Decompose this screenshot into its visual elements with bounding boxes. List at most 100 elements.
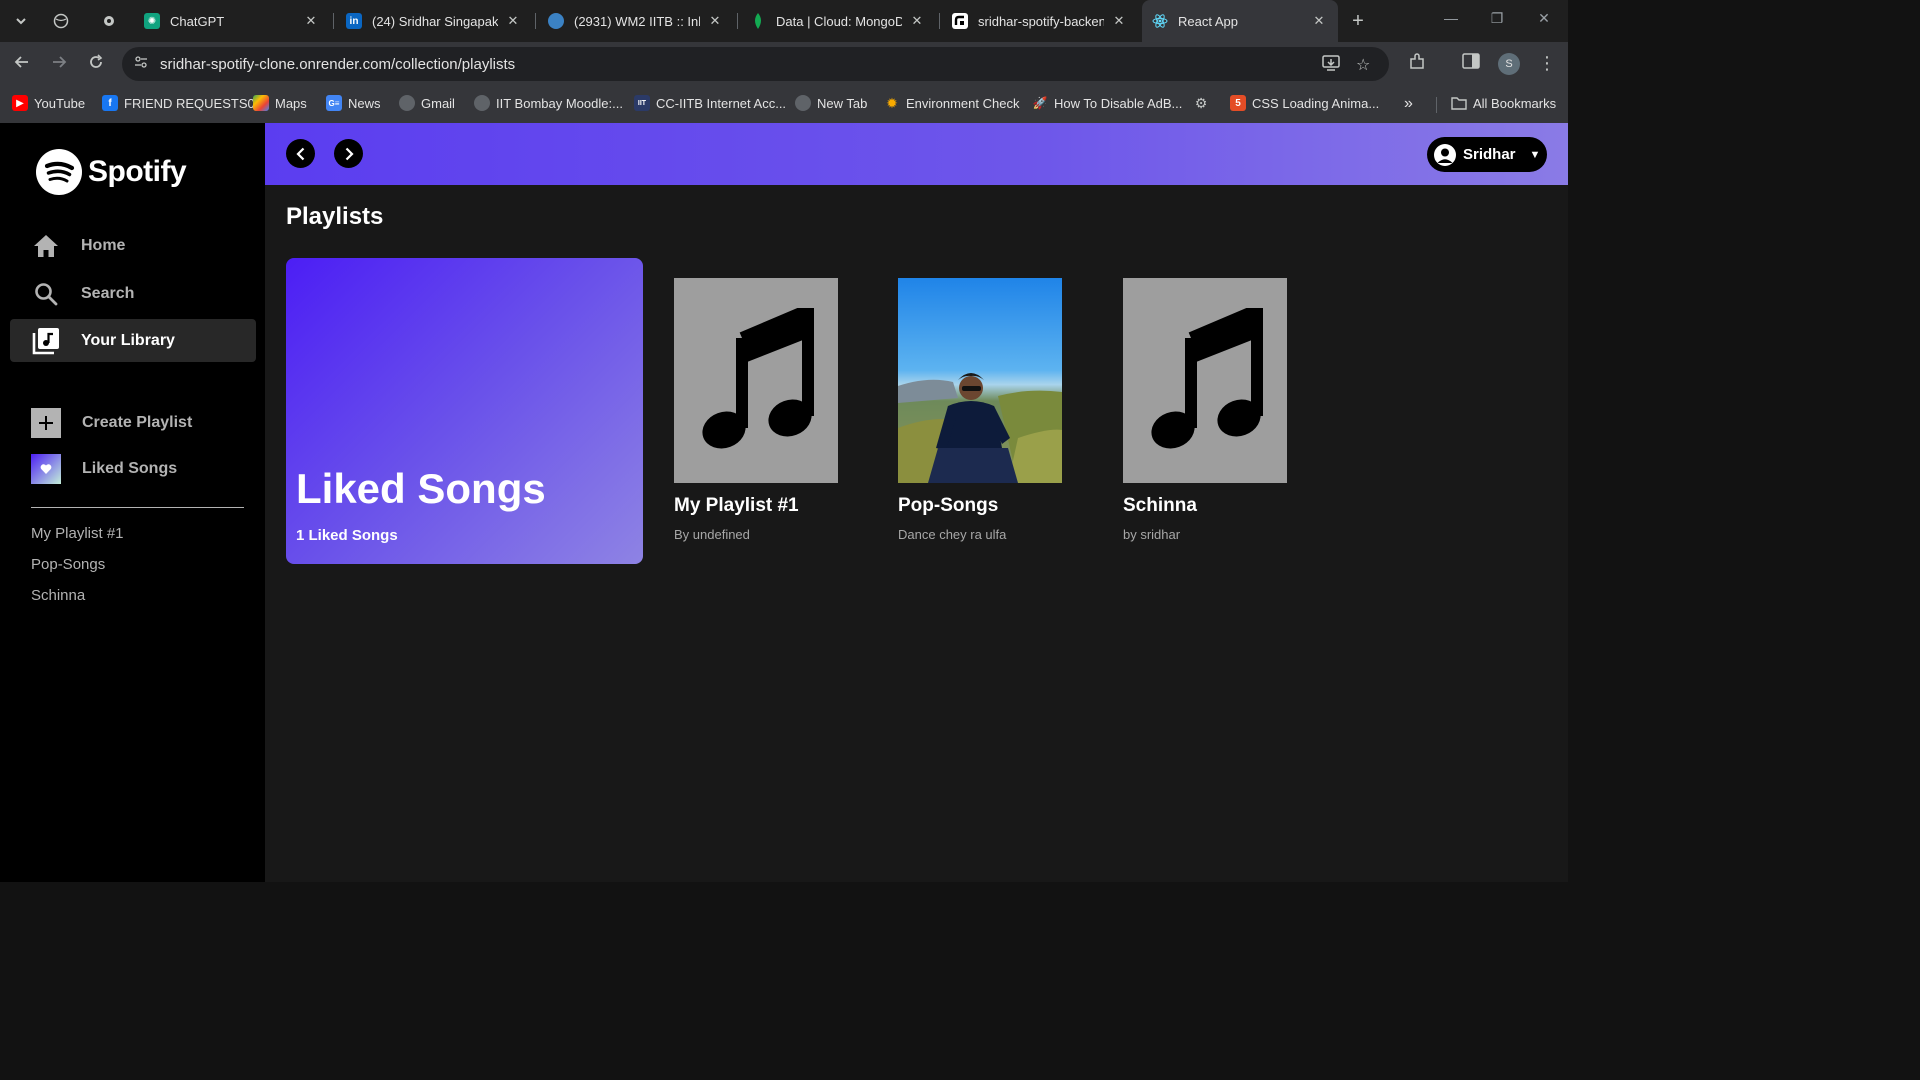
- maps-icon: [253, 95, 269, 111]
- music-note-icon: [702, 308, 814, 449]
- pinned-tab-settings[interactable]: [95, 7, 123, 35]
- bookmark-label: YouTube: [34, 95, 86, 111]
- sidebar-item-label: Your Library: [81, 331, 175, 349]
- sidebar-playlist-link[interactable]: Pop-Songs: [31, 556, 105, 573]
- restore-button[interactable]: ❐: [1487, 10, 1507, 27]
- close-icon[interactable]: ✕: [706, 13, 724, 29]
- rocket-icon: 🚀: [1032, 96, 1048, 110]
- bookmark-news[interactable]: G≡ News: [326, 95, 381, 111]
- minimize-button[interactable]: —: [1441, 10, 1461, 26]
- bookmark-label: News: [348, 95, 381, 111]
- tab-title: Data | Cloud: MongoDB: [776, 13, 902, 29]
- bookmark-label: CC-IITB Internet Acc...: [656, 95, 787, 111]
- playlist-card[interactable]: Pop-Songs Dance chey ra ulfa: [898, 278, 1062, 542]
- close-icon[interactable]: ✕: [504, 13, 522, 29]
- bookmark-label: IIT Bombay Moodle:...: [496, 95, 623, 111]
- user-menu-button[interactable]: Sridhar ▼: [1427, 137, 1547, 172]
- close-icon[interactable]: ✕: [302, 13, 320, 29]
- close-icon[interactable]: ✕: [908, 13, 926, 29]
- sidebar-playlist-link[interactable]: Schinna: [31, 587, 85, 604]
- close-icon[interactable]: ✕: [1310, 13, 1328, 29]
- globe-icon: [53, 13, 69, 29]
- new-tab-button[interactable]: +: [1344, 7, 1372, 35]
- bookmark-friend-requests[interactable]: f FRIEND REQUESTS0: [102, 95, 255, 111]
- bookmark-label: All Bookmarks: [1473, 95, 1557, 111]
- bookmarks-overflow-button[interactable]: »: [1404, 95, 1413, 113]
- gear-icon: [104, 16, 114, 26]
- search-icon: [32, 280, 60, 308]
- tab-title: React App: [1178, 13, 1238, 29]
- install-app-icon[interactable]: [1322, 55, 1340, 76]
- iitb-icon: IIT: [634, 95, 650, 111]
- all-bookmarks-button[interactable]: All Bookmarks: [1451, 95, 1556, 111]
- folder-icon: [1451, 95, 1467, 111]
- spotify-logo[interactable]: Spotify: [36, 149, 187, 195]
- liked-songs-card[interactable]: Liked Songs 1 Liked Songs: [286, 258, 643, 564]
- back-button[interactable]: [10, 52, 34, 76]
- history-back-button[interactable]: [286, 139, 315, 168]
- reload-icon: [90, 54, 103, 68]
- username: Sridhar: [1463, 146, 1516, 163]
- plus-icon: +: [1352, 9, 1364, 32]
- bookmark-maps[interactable]: Maps: [253, 95, 307, 111]
- sidebar-item-label: Home: [81, 236, 126, 254]
- plus-icon: [31, 408, 61, 438]
- create-playlist-button[interactable]: Create Playlist: [31, 408, 192, 438]
- pinned-tab-globe[interactable]: [47, 7, 75, 35]
- playlist-description: Dance chey ra ulfa: [898, 527, 1007, 542]
- bookmark-disable-adblock[interactable]: 🚀 How To Disable AdB...: [1032, 95, 1183, 111]
- history-forward-button[interactable]: [334, 139, 363, 168]
- close-window-button[interactable]: ✕: [1534, 10, 1554, 27]
- side-panel-icon[interactable]: [1462, 53, 1480, 74]
- playlist-cover: [674, 278, 838, 483]
- react-icon: [1152, 13, 1168, 29]
- bookmark-label: New Tab: [817, 95, 868, 111]
- url-text[interactable]: sridhar-spotify-clone.onrender.com/colle…: [160, 56, 515, 73]
- tab-title: ChatGPT: [170, 13, 225, 29]
- tab-linkedin[interactable]: in (24) Sridhar Singapakula ✕: [336, 6, 532, 36]
- bookmark-environment-check[interactable]: ✹ Environment Check: [884, 95, 1019, 111]
- profile-avatar[interactable]: S: [1498, 53, 1520, 75]
- sidebar-item-label: Search: [81, 284, 135, 302]
- bookmark-gmail[interactable]: Gmail: [399, 95, 455, 111]
- tab-mongodb[interactable]: Data | Cloud: MongoDB ✕: [740, 6, 936, 36]
- create-playlist-label: Create Playlist: [82, 414, 193, 431]
- caret-down-icon: ▼: [1529, 148, 1541, 161]
- tab-react-app[interactable]: React App ✕: [1142, 0, 1338, 42]
- sidebar-item-your-library[interactable]: Your Library: [10, 319, 256, 362]
- site-info-icon[interactable]: [132, 55, 150, 73]
- sidebar-playlist-link[interactable]: My Playlist #1: [31, 525, 124, 542]
- bookmark-iitb-moodle[interactable]: IIT Bombay Moodle:...: [474, 95, 623, 111]
- library-icon: [32, 327, 60, 355]
- globe-icon: [399, 95, 415, 111]
- bookmark-css-loading[interactable]: 5 CSS Loading Anima...: [1230, 95, 1379, 111]
- bookmark-youtube[interactable]: ▶ YouTube: [12, 95, 85, 111]
- bookmark-label: Maps: [275, 95, 307, 111]
- more-menu-icon[interactable]: ⋮: [1538, 53, 1556, 74]
- tab-webmail[interactable]: (2931) WM2 IITB :: Inbox ✕: [538, 6, 734, 36]
- tab-chatgpt[interactable]: ✺ ChatGPT ✕: [134, 6, 330, 36]
- close-icon[interactable]: ✕: [1110, 13, 1128, 29]
- playlist-card[interactable]: Schinna by sridhar: [1123, 278, 1287, 542]
- bookmark-settings[interactable]: ⚙: [1193, 95, 1215, 111]
- tab-search-button[interactable]: [7, 7, 35, 35]
- bookmark-star-icon[interactable]: ☆: [1356, 55, 1370, 75]
- sidebar-item-search[interactable]: Search: [10, 272, 256, 315]
- forward-button[interactable]: [47, 52, 71, 76]
- address-bar[interactable]: sridhar-spotify-clone.onrender.com/colle…: [122, 47, 1389, 81]
- bookmark-cc-iitb[interactable]: IIT CC-IITB Internet Acc...: [634, 95, 786, 111]
- chatgpt-icon: ✺: [144, 13, 160, 29]
- playlist-card[interactable]: My Playlist #1 By undefined: [674, 278, 838, 542]
- facebook-icon: f: [102, 95, 118, 111]
- spotify-app: Spotify Home Search Your Library Create …: [0, 123, 1568, 882]
- mail-icon: [548, 13, 564, 29]
- liked-songs-button[interactable]: Liked Songs: [31, 454, 177, 484]
- reload-button[interactable]: [84, 52, 108, 76]
- extensions-icon[interactable]: [1408, 53, 1426, 76]
- bookmark-new-tab[interactable]: New Tab: [795, 95, 867, 111]
- sun-icon: ✹: [886, 94, 898, 111]
- address-toolbar: sridhar-spotify-clone.onrender.com/colle…: [0, 42, 1568, 86]
- sidebar-item-home[interactable]: Home: [10, 224, 256, 267]
- tab-title: (24) Sridhar Singapakula: [372, 13, 498, 29]
- tab-render[interactable]: sridhar-spotify-backend ✕: [942, 6, 1138, 36]
